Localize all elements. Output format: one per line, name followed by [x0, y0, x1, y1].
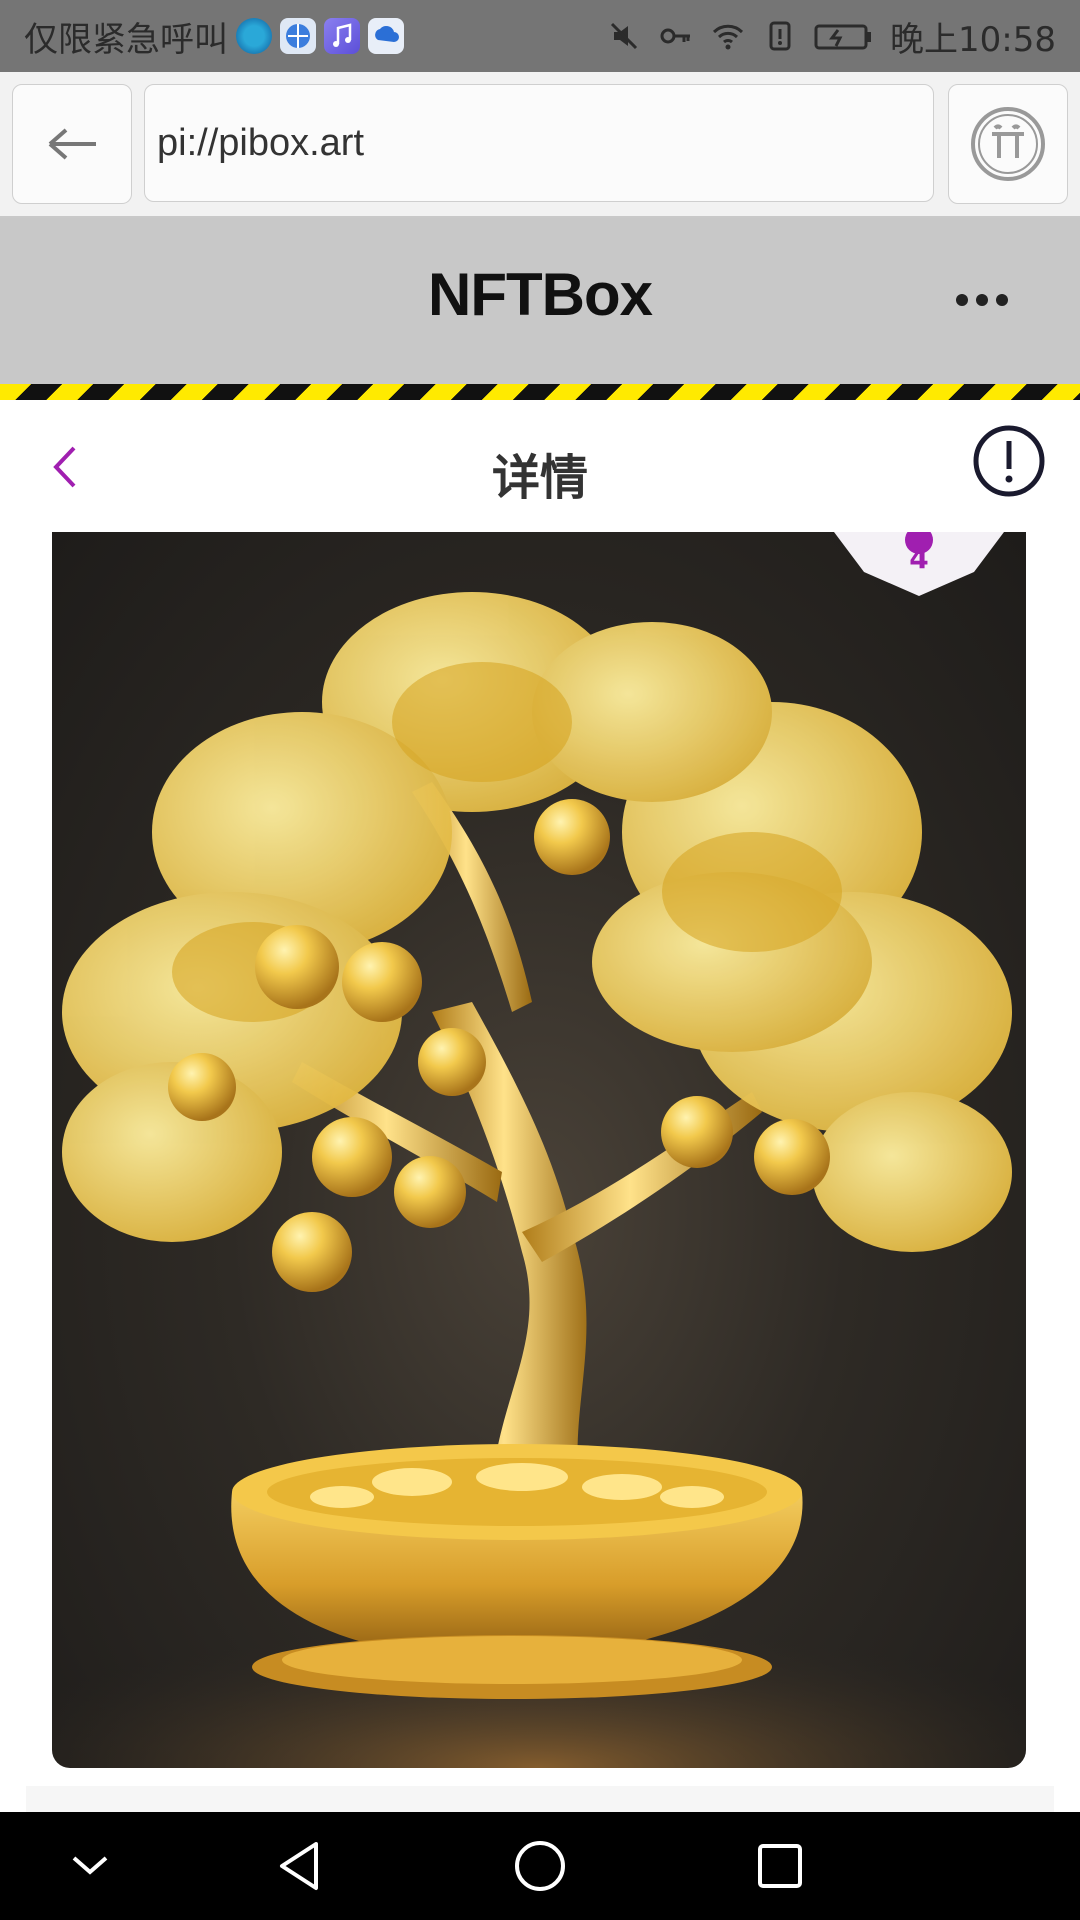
app-title: NFTBox [428, 261, 653, 328]
more-horizontal-icon[interactable] [954, 290, 1010, 310]
alert-icon [769, 21, 791, 51]
url-field[interactable]: pi://pibox.art [144, 84, 934, 202]
hide-keyboard-icon[interactable] [60, 1836, 120, 1896]
home-circle-icon[interactable] [510, 1836, 570, 1896]
battery-icon [814, 24, 872, 50]
status-time: 晚上10:58 [890, 19, 1056, 60]
pi-browser-button[interactable] [948, 84, 1068, 204]
badge-count: 4 [909, 542, 929, 575]
music-app-icon [324, 18, 360, 54]
browser-app-icon [236, 18, 272, 54]
back-triangle-icon[interactable] [270, 1836, 330, 1896]
warning-stripe [0, 384, 1080, 400]
browser-back-button[interactable] [12, 84, 132, 204]
pi-logo-icon [971, 107, 1045, 181]
recents-square-icon[interactable] [750, 1836, 810, 1896]
url-text: pi://pibox.art [157, 121, 364, 164]
arrow-left-icon [48, 128, 96, 160]
page-title: 详情 [491, 450, 588, 506]
app-header: NFTBox [0, 218, 1080, 384]
system-nav-bar [0, 1812, 1080, 1920]
mute-icon [610, 22, 638, 50]
wifi-icon [712, 24, 744, 50]
golden-money-tree-image [52, 592, 1026, 1768]
nft-image[interactable]: 4 [52, 532, 1026, 1768]
status-bar: 仅限紧急呼叫 晚上10:58 [0, 0, 1080, 72]
page-header: 详情 [0, 400, 1080, 530]
content-below [26, 1786, 1054, 1812]
carrier-text: 仅限紧急呼叫 [24, 19, 228, 60]
browser-toolbar: pi://pibox.art [0, 72, 1080, 218]
cloud-app-icon [368, 18, 404, 54]
key-icon [660, 28, 691, 44]
globe-app-icon [280, 18, 316, 54]
exclamation-circle-icon[interactable] [972, 424, 1046, 498]
edition-badge: 4 [834, 532, 1004, 602]
